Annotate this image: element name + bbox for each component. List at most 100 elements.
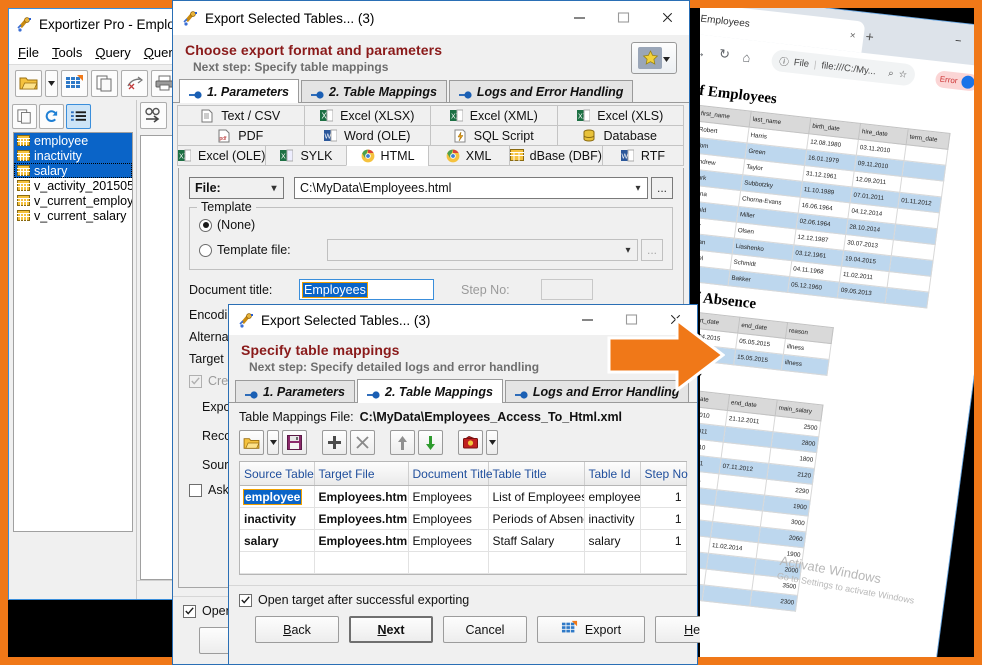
step-no-input[interactable]: [541, 279, 593, 300]
cell-target-file[interactable]: Employees.html: [314, 485, 409, 508]
main-menubar[interactable]: File Tools Query Query: [9, 40, 182, 64]
tab-2-table-mappings[interactable]: 2. Table Mappings: [301, 80, 447, 102]
cell-step-no[interactable]: 1: [640, 529, 687, 552]
refresh-icon[interactable]: [39, 104, 64, 129]
format-text-csv[interactable]: Text / CSV: [177, 105, 305, 126]
favorites-button[interactable]: [631, 42, 677, 74]
format-excel-xls[interactable]: XX Excel (XLS): [556, 105, 684, 126]
zoom-icon[interactable]: ⌕: [888, 67, 895, 78]
cell-source-table[interactable]: employee: [240, 485, 315, 508]
delete-row-icon[interactable]: [350, 430, 375, 455]
template-browse-button[interactable]: ...: [641, 239, 663, 261]
cell-step-no[interactable]: 1: [640, 485, 687, 508]
tree-item-v-current-salary[interactable]: v_current_salary: [14, 208, 132, 223]
format-excel-xml[interactable]: XX Excel (XML): [430, 105, 558, 126]
open-target-checkbox[interactable]: [183, 604, 196, 618]
cell-table-title[interactable]: Staff Salary: [488, 529, 585, 552]
col-step-no[interactable]: Step No: [640, 462, 688, 486]
table-row[interactable]: salary Employees.html Employees Staff Sa…: [240, 529, 687, 552]
tab-logs-and-error-handling[interactable]: Logs and Error Handling: [448, 80, 634, 102]
tab-2-table-mappings[interactable]: 2. Table Mappings: [357, 379, 503, 403]
cell-target-file[interactable]: Employees.html: [314, 529, 409, 552]
profile-icon[interactable]: [960, 74, 974, 89]
open-mappings-icon[interactable]: [239, 430, 264, 455]
error-badge[interactable]: Error: [934, 69, 974, 92]
minimize-icon[interactable]: −: [954, 35, 962, 49]
tree-item-salary[interactable]: salary: [14, 163, 132, 178]
open-target-checkbox[interactable]: [239, 593, 252, 607]
cell-table-title[interactable]: List of Employees: [488, 485, 585, 508]
list-view-icon[interactable]: [66, 104, 91, 129]
copy-icon[interactable]: [91, 69, 118, 97]
open-folder-icon[interactable]: [15, 69, 42, 97]
tree-item-v-activity[interactable]: v_activity_201505: [14, 178, 132, 193]
star-outline-icon[interactable]: ☆: [898, 68, 908, 80]
move-down-icon[interactable]: [418, 430, 443, 455]
cell-table-id[interactable]: employee: [584, 485, 641, 508]
col-document-title[interactable]: Document Title: [408, 462, 493, 486]
tab-1-parameters[interactable]: 1. Parameters: [235, 380, 356, 402]
cell-document-title[interactable]: Employees: [408, 485, 489, 508]
cell-source-table[interactable]: inactivity: [240, 507, 315, 530]
template-none-option[interactable]: (None): [199, 218, 663, 232]
home-icon[interactable]: ⌂: [742, 49, 752, 65]
minimize-icon[interactable]: [565, 305, 609, 334]
cell-document-title[interactable]: Employees: [408, 529, 489, 552]
tree-item-employee[interactable]: employee: [14, 133, 132, 148]
dialog2-open-target-row[interactable]: Open target after successful exporting: [229, 586, 697, 607]
radio-none[interactable]: [199, 218, 212, 232]
tree-item-v-current-employee[interactable]: v_current_employee: [14, 193, 132, 208]
info-icon[interactable]: ⓘ: [779, 54, 790, 69]
detach-icon[interactable]: [121, 69, 148, 97]
create-checkbox[interactable]: [189, 374, 202, 388]
fill-dropdown-icon[interactable]: [486, 430, 498, 455]
close-icon[interactable]: [645, 1, 689, 34]
cell-table-title[interactable]: Periods of Absence: [488, 507, 585, 530]
radio-template-file[interactable]: [199, 243, 212, 257]
back-button[interactable]: Back: [255, 616, 339, 643]
next-button[interactable]: Next: [349, 616, 433, 643]
cell-source-table[interactable]: salary: [240, 529, 315, 552]
template-file-input[interactable]: ▾: [326, 239, 638, 261]
col-source-table[interactable]: Source Table: [240, 462, 315, 486]
table-row[interactable]: employee Employees.html Employees List o…: [240, 485, 687, 508]
target-type-select[interactable]: File: ▾: [189, 177, 284, 199]
cell-table-id[interactable]: salary: [584, 529, 641, 552]
browse-button[interactable]: ...: [651, 177, 673, 199]
export-button[interactable]: Export: [537, 616, 645, 643]
tab-1-parameters[interactable]: 1. Parameters: [179, 79, 300, 103]
save-mappings-icon[interactable]: [282, 430, 307, 455]
add-row-icon[interactable]: [322, 430, 347, 455]
cell-step-no[interactable]: 1: [640, 507, 687, 530]
table-row-empty[interactable]: [240, 551, 687, 574]
col-table-id[interactable]: Table Id: [584, 462, 641, 486]
table-row[interactable]: inactivity Employees.html Employees Peri…: [240, 507, 687, 530]
copy-structure-icon[interactable]: [12, 104, 37, 129]
favorites-dropdown-icon[interactable]: [663, 49, 670, 67]
reload-icon[interactable]: ↻: [718, 46, 731, 63]
tree-item-inactivity[interactable]: inactivity: [14, 148, 132, 163]
format-xml[interactable]: XML: [427, 145, 510, 166]
maximize-icon[interactable]: [601, 1, 645, 34]
cell-target-file[interactable]: Employees.html: [314, 507, 409, 530]
format-html[interactable]: HTML: [346, 145, 429, 166]
template-file-option[interactable]: Template file: ▾ ...: [199, 239, 663, 261]
cell-document-title[interactable]: Employees: [408, 507, 489, 530]
new-tab-icon[interactable]: +: [865, 28, 875, 45]
menu-export[interactable]: Tools: [52, 45, 82, 60]
menu-tools[interactable]: Query: [95, 45, 130, 60]
format-rtf[interactable]: W RTF: [601, 145, 685, 166]
grid-export-icon[interactable]: [61, 69, 88, 97]
tables-tree[interactable]: employee inactivity salary v_activity_20…: [13, 132, 133, 532]
ask-checkbox[interactable]: [189, 483, 202, 497]
col-target-file[interactable]: Target File: [314, 462, 409, 486]
close-tab-icon[interactable]: ×: [849, 30, 856, 42]
cell-table-id[interactable]: inactivity: [584, 507, 641, 530]
menu-file[interactable]: File: [18, 45, 39, 60]
fill-icon[interactable]: [458, 430, 483, 455]
cancel-button[interactable]: Cancel: [443, 616, 527, 643]
format-pdf[interactable]: pdf PDF: [177, 125, 305, 146]
format-sql-script[interactable]: SQL Script: [430, 125, 558, 146]
file-path-input[interactable]: C:\MyData\Employees.html ▾: [294, 177, 648, 199]
format-sylk[interactable]: X SYLK: [265, 145, 348, 166]
